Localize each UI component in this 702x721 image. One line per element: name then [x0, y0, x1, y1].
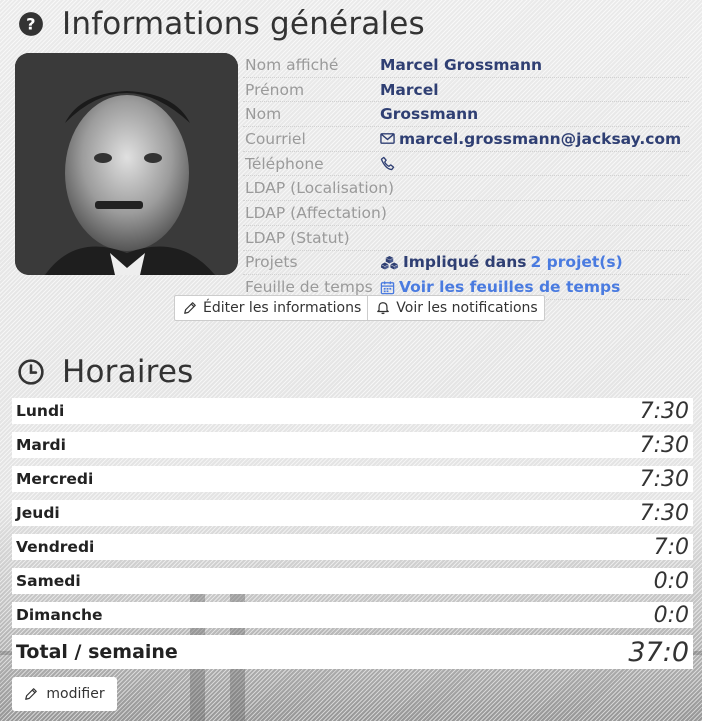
field-label: LDAP (Statut)	[245, 228, 350, 247]
modify-hours-label: modifier	[46, 686, 105, 702]
projects-prefix: Impliqué dans	[403, 253, 527, 272]
day-hours: 7:0	[653, 534, 689, 560]
timesheet-link[interactable]: Voir les feuilles de temps	[380, 278, 620, 296]
field-label: LDAP (Affectation)	[245, 203, 387, 222]
hours-row-samedi: Samedi 0:0	[12, 568, 693, 594]
info-row-first-name: Prénom Marcel	[243, 78, 689, 103]
day-name: Dimanche	[16, 606, 103, 624]
info-row-display-name: Nom affiché Marcel Grossmann	[243, 53, 689, 78]
field-label: Projets	[245, 253, 298, 272]
hours-row-dimanche: Dimanche 0:0	[12, 602, 693, 628]
section-title-hours: Horaires	[18, 354, 194, 390]
bell-icon	[377, 302, 390, 315]
day-name: Mercredi	[16, 470, 94, 488]
edit-info-label: Éditer les informations	[203, 300, 362, 316]
portrait-image	[15, 53, 238, 275]
section-title-info: ? Informations générales	[18, 6, 425, 42]
modify-hours-button[interactable]: modifier	[12, 677, 117, 711]
edit-info-button[interactable]: Éditer les informations	[175, 296, 367, 320]
info-actions: Éditer les informations Voir les notific…	[174, 295, 545, 321]
projects-link[interactable]: 2 projet(s)	[531, 253, 623, 271]
first-name-value: Marcel	[380, 80, 439, 99]
info-row-ldap-assignment: LDAP (Affectation)	[243, 201, 689, 226]
hours-row-lundi: Lundi 7:30	[12, 398, 693, 424]
day-hours: 7:30	[639, 466, 689, 492]
hours-row-vendredi: Vendredi 7:0	[12, 534, 693, 560]
avatar	[15, 53, 238, 275]
info-row-email: Courriel marcel.grossmann@jacksay.com	[243, 127, 689, 152]
info-row-projects: Projets Impliqué dans 2 projet(s)	[243, 251, 689, 276]
info-row-ldap-status: LDAP (Statut)	[243, 226, 689, 251]
question-circle-icon: ?	[19, 12, 43, 36]
view-notifications-label: Voir les notifications	[396, 300, 538, 316]
info-table: Nom affiché Marcel Grossmann Prénom Marc…	[243, 53, 689, 300]
phone-link[interactable]	[380, 156, 399, 171]
calendar-icon	[380, 280, 395, 294]
field-label: Nom affiché	[245, 55, 339, 74]
day-name: Mardi	[16, 436, 66, 454]
last-name-value: Grossmann	[380, 105, 479, 124]
view-notifications-button[interactable]: Voir les notifications	[367, 296, 543, 320]
day-name: Jeudi	[16, 504, 60, 522]
day-hours: 0:0	[653, 568, 689, 594]
hours-row-total: Total / semaine 37:0	[12, 635, 693, 669]
info-row-ldap-location: LDAP (Localisation)	[243, 176, 689, 202]
envelope-icon	[380, 133, 395, 145]
field-label: LDAP (Localisation)	[245, 179, 395, 198]
day-hours: 0:0	[653, 602, 689, 628]
day-hours: 7:30	[639, 432, 689, 458]
hours-title: Horaires	[62, 354, 194, 390]
info-row-phone: Téléphone	[243, 152, 689, 177]
day-name: Lundi	[16, 402, 65, 420]
email-link[interactable]: marcel.grossmann@jacksay.com	[380, 130, 681, 148]
svg-text:?: ?	[26, 14, 36, 33]
hours-row-mercredi: Mercredi 7:30	[12, 466, 693, 492]
field-label: Téléphone	[245, 154, 324, 173]
projects-value: Impliqué dans 2 projet(s)	[380, 253, 623, 271]
email-value: marcel.grossmann@jacksay.com	[399, 129, 682, 148]
cubes-icon	[381, 255, 398, 270]
info-row-last-name: Nom Grossmann	[243, 102, 689, 128]
day-name: Vendredi	[16, 538, 95, 556]
field-label: Prénom	[245, 80, 305, 99]
page-title: Informations générales	[62, 6, 425, 42]
total-label: Total / semaine	[16, 641, 178, 663]
clock-icon	[18, 359, 44, 385]
display-name-value: Marcel Grossmann	[380, 55, 543, 74]
day-name: Samedi	[16, 572, 81, 590]
day-hours: 7:30	[639, 398, 689, 424]
field-label: Nom	[245, 105, 282, 124]
pencil-icon	[25, 688, 38, 700]
field-label: Feuille de temps	[245, 278, 373, 297]
hours-table: Lundi 7:30 Mardi 7:30 Mercredi 7:30 Jeud…	[12, 398, 693, 669]
hours-row-jeudi: Jeudi 7:30	[12, 500, 693, 526]
timesheet-link-label: Voir les feuilles de temps	[399, 278, 621, 297]
field-label: Courriel	[245, 129, 306, 148]
day-hours: 7:30	[639, 500, 689, 526]
phone-icon	[380, 156, 395, 171]
pencil-icon	[184, 302, 196, 314]
total-hours: 37:0	[628, 636, 689, 668]
hours-row-mardi: Mardi 7:30	[12, 432, 693, 458]
